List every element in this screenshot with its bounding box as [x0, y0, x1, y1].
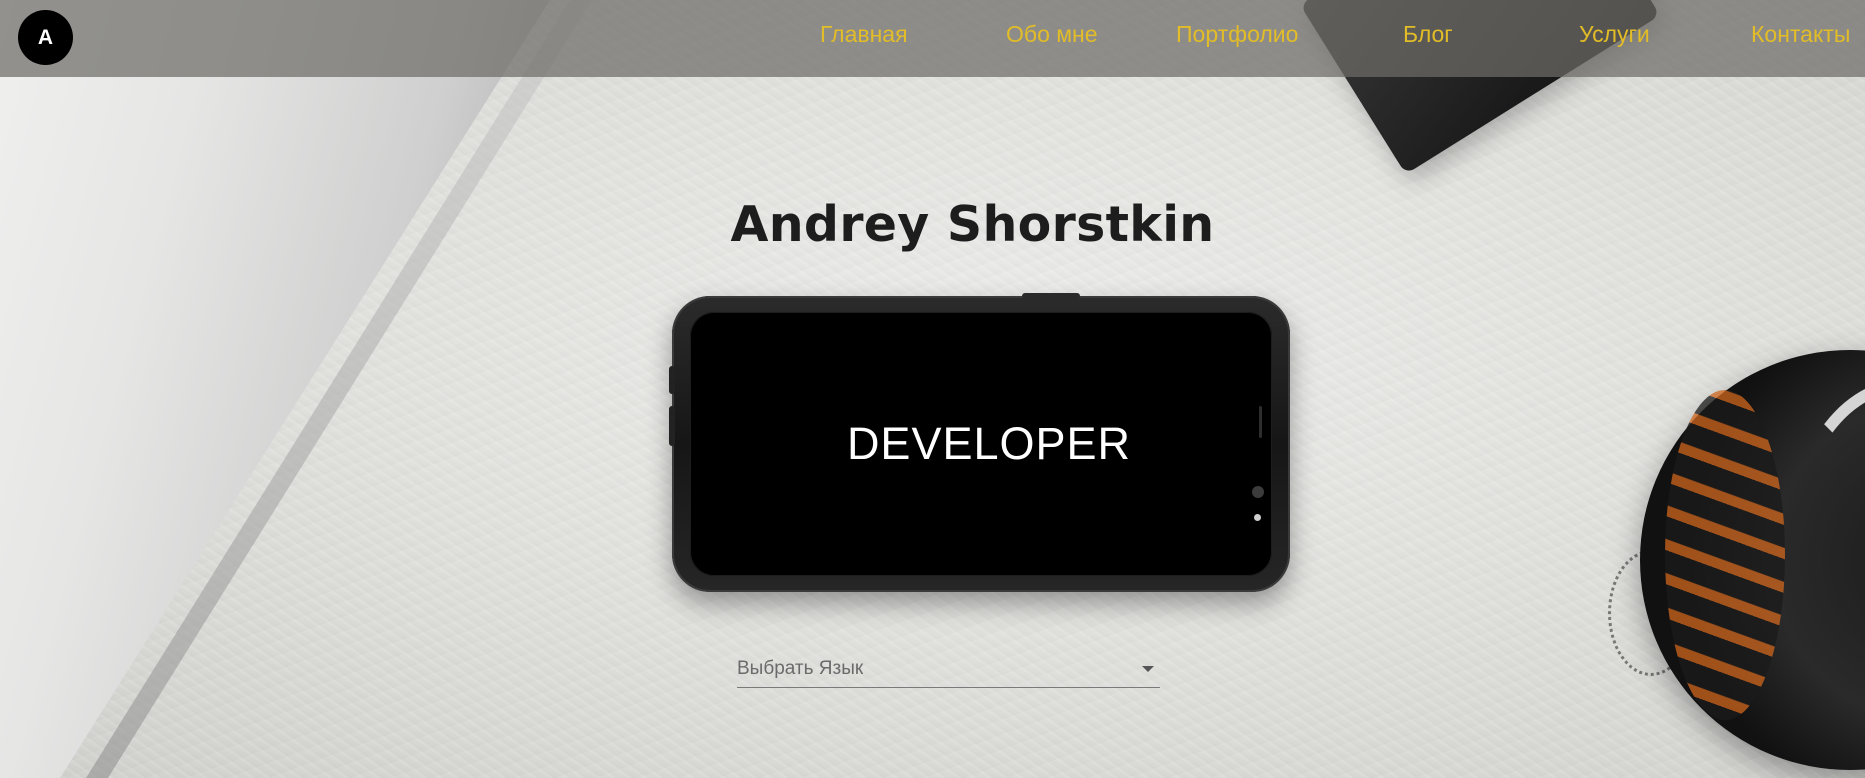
- language-select-label: Выбрать Язык: [737, 658, 864, 679]
- hero-name: Andrey Shorstkin: [730, 196, 1215, 253]
- logo[interactable]: A: [18, 10, 73, 65]
- phone-side-button: [669, 406, 675, 446]
- nav-link-blog[interactable]: Блог: [1403, 21, 1453, 48]
- sensor-icon: [1254, 514, 1261, 521]
- phone-speaker: [1259, 406, 1262, 438]
- navbar: A Главная Обо мне Портфолио Блог Услуги …: [0, 0, 1865, 77]
- phone-screen: DEVELOPER: [690, 312, 1272, 576]
- nav-link-home[interactable]: Главная: [820, 21, 908, 48]
- nav-link-services[interactable]: Услуги: [1579, 21, 1650, 48]
- phone-image: DEVELOPER: [669, 293, 1290, 592]
- phone-screen-text: DEVELOPER: [846, 418, 1132, 469]
- nav-link-portfolio[interactable]: Портфолио: [1176, 21, 1298, 48]
- language-select[interactable]: Выбрать Язык: [737, 651, 1160, 688]
- nav-link-contacts[interactable]: Контакты: [1751, 21, 1850, 48]
- phone-side-button: [669, 366, 675, 394]
- camera-icon: [1252, 486, 1264, 498]
- chevron-down-icon: [1142, 666, 1154, 672]
- nav-link-about[interactable]: Обо мне: [1006, 21, 1098, 48]
- phone-button: [1022, 293, 1080, 299]
- speaker-glow: [1665, 390, 1785, 720]
- page: A Главная Обо мне Портфолио Блог Услуги …: [0, 0, 1865, 778]
